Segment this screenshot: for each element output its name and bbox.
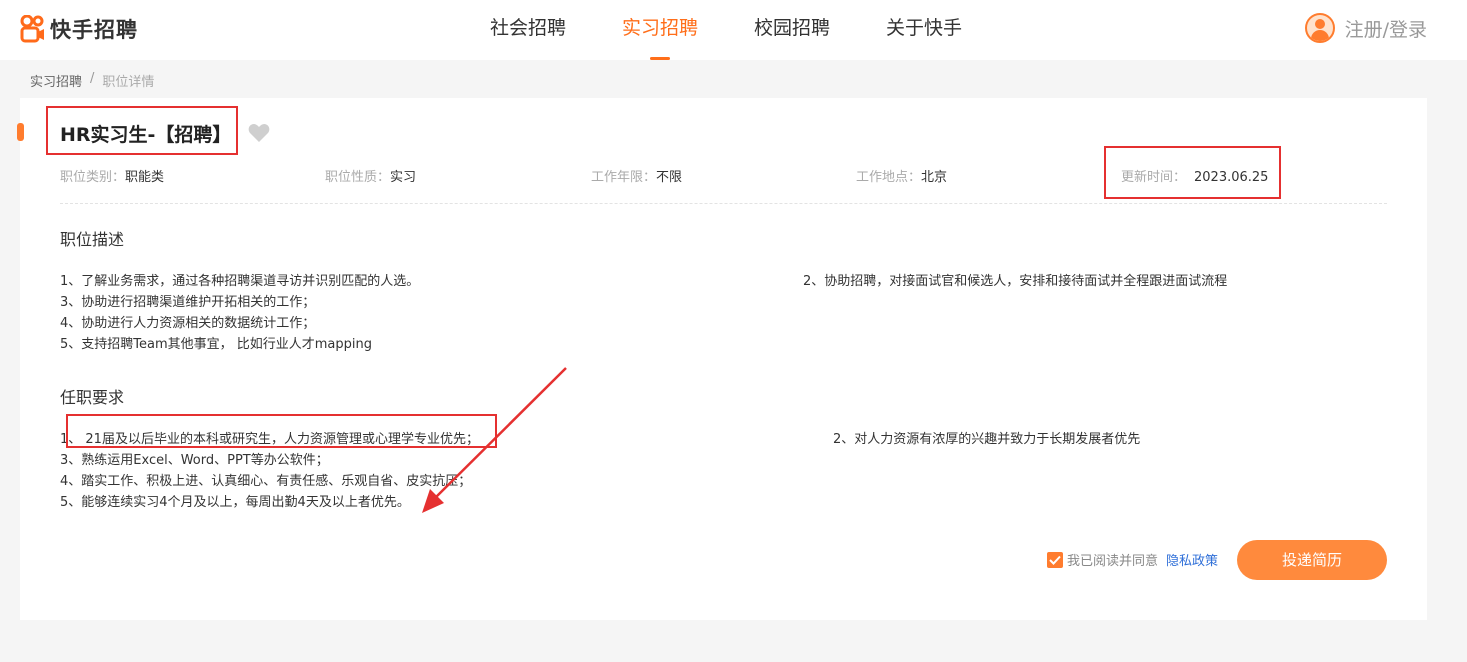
meta-nature: 职位性质：实习 bbox=[325, 170, 417, 185]
agree-text: 我已阅读并同意 bbox=[1067, 554, 1159, 569]
requirements-title: 任职要求 bbox=[60, 388, 125, 407]
meta-category: 职位类别：职能类 bbox=[60, 170, 165, 185]
privacy-policy-link[interactable]: 隐私政策 bbox=[1166, 550, 1218, 569]
apply-button[interactable]: 投递简历 bbox=[1237, 540, 1387, 580]
requirement-line-4: 4、踏实工作、积极上进、认真细心、有责任感、乐观自省、皮实抗压； bbox=[60, 474, 472, 489]
breadcrumb-separator: / bbox=[90, 71, 95, 86]
kuaishou-logo-icon bbox=[20, 15, 44, 43]
description-title: 职位描述 bbox=[60, 230, 125, 249]
description-line-2: 2、协助招聘，对接面试官和候选人，安排和接待面试并全程跟进面试流程 bbox=[803, 274, 1228, 289]
description-line-4: 4、协助进行人力资源相关的数据统计工作； bbox=[60, 316, 316, 331]
check-icon bbox=[1049, 555, 1061, 565]
breadcrumb: 实习招聘 / 职位详情 bbox=[30, 71, 154, 90]
logo[interactable]: 快手招聘 bbox=[20, 14, 138, 44]
requirement-line-2: 2、对人力资源有浓厚的兴趣并致力于长期发展者优先 bbox=[833, 432, 1141, 447]
description-line-3: 3、协助进行招聘渠道维护开拓相关的工作； bbox=[60, 295, 316, 310]
login-entry[interactable]: 注册/登录 bbox=[1304, 13, 1427, 43]
main-nav: 社会招聘 实习招聘 校园招聘 关于快手 bbox=[490, 0, 1018, 60]
nav-intern-recruit[interactable]: 实习招聘 bbox=[622, 0, 698, 60]
nav-campus-recruit[interactable]: 校园招聘 bbox=[754, 0, 830, 60]
agree-checkbox[interactable] bbox=[1047, 551, 1063, 568]
annotation-box-requirement bbox=[66, 414, 497, 448]
requirement-line-3: 3、熟练运用Excel、Word、PPT等办公软件； bbox=[60, 453, 329, 468]
job-title: HR实习生-【招聘】 bbox=[60, 124, 232, 146]
nav-social-recruit[interactable]: 社会招聘 bbox=[490, 0, 566, 60]
agreement: 我已阅读并同意 隐私政策 bbox=[1047, 550, 1218, 569]
top-header: 快手招聘 社会招聘 实习招聘 校园招聘 关于快手 注册/登录 bbox=[0, 0, 1467, 60]
meta-experience: 工作年限：不限 bbox=[591, 170, 683, 185]
breadcrumb-current: 职位详情 bbox=[102, 75, 155, 90]
description-line-5: 5、支持招聘Team其他事宜， 比如行业人才mapping bbox=[60, 337, 373, 352]
description-line-1: 1、了解业务需求，通过各种招聘渠道寻访并识别匹配的人选。 bbox=[60, 274, 420, 289]
logo-text: 快手招聘 bbox=[50, 18, 138, 42]
side-tab-marker bbox=[17, 123, 24, 141]
heart-icon[interactable] bbox=[248, 123, 270, 143]
login-register-link[interactable]: 注册/登录 bbox=[1345, 15, 1427, 42]
job-detail-card: HR实习生-【招聘】 职位类别：职能类 职位性质：实习 工作年限：不限 工作地点… bbox=[17, 98, 1427, 620]
user-icon bbox=[1304, 13, 1335, 43]
meta-location: 工作地点：北京 bbox=[856, 170, 948, 185]
breadcrumb-intern[interactable]: 实习招聘 bbox=[30, 71, 82, 90]
nav-about[interactable]: 关于快手 bbox=[886, 0, 962, 60]
annotation-box-date bbox=[1104, 146, 1281, 199]
requirement-line-5: 5、能够连续实习4个月及以上，每周出勤4天及以上者优先。 bbox=[60, 495, 410, 510]
divider bbox=[60, 203, 1387, 204]
